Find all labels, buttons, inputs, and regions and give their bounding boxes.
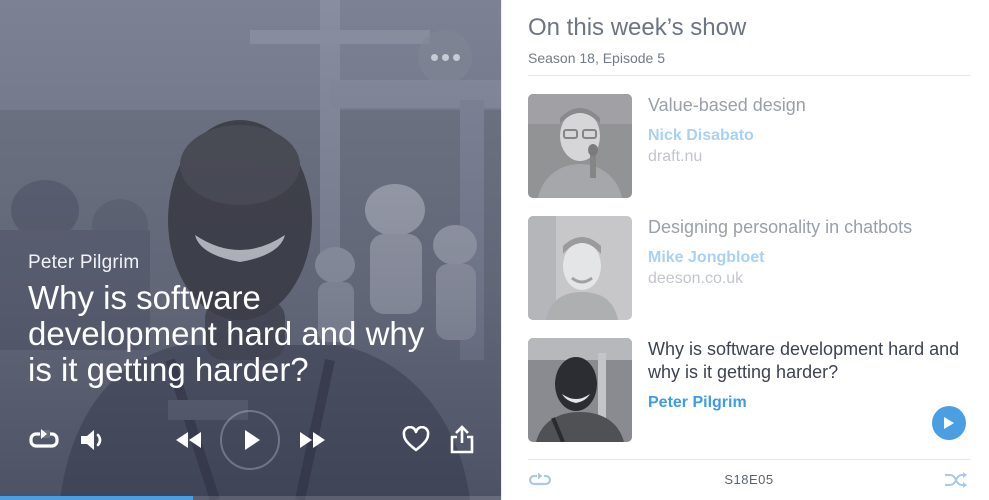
speaker-photo bbox=[528, 216, 632, 320]
episode-item-site[interactable]: deeson.co.uk bbox=[648, 270, 968, 288]
heart-icon bbox=[402, 426, 430, 452]
speaker-photo bbox=[528, 338, 632, 442]
episode-thumbnail bbox=[528, 338, 632, 442]
episode-item-title: Designing personality in chatbots bbox=[648, 217, 913, 237]
share-button[interactable] bbox=[448, 423, 476, 455]
episode-panel: On this week’s show Season 18, Episode 5… bbox=[501, 0, 989, 500]
episode-item-title: Why is software development hard and why… bbox=[648, 339, 960, 382]
episode-thumbnail bbox=[528, 216, 632, 320]
shuffle-icon bbox=[945, 472, 967, 488]
episode-meta: Value-based design Nick Disabato draft.n… bbox=[648, 94, 968, 166]
volume-icon bbox=[81, 430, 102, 450]
panel-header: On this week’s show Season 18, Episode 5 bbox=[528, 14, 970, 76]
episode-item-author[interactable]: Peter Pilgrim bbox=[648, 394, 968, 412]
now-playing-player: Peter Pilgrim Why is software developmen… bbox=[0, 0, 501, 500]
panel-subtitle: Season 18, Episode 5 bbox=[528, 50, 665, 66]
episode-item[interactable]: Value-based design Nick Disabato draft.n… bbox=[528, 94, 970, 198]
episode-item-author[interactable]: Mike Jongbloet bbox=[648, 249, 968, 267]
episode-item[interactable]: Designing personality in chatbots Mike J… bbox=[528, 216, 970, 320]
play-icon bbox=[245, 430, 260, 450]
volume-button[interactable] bbox=[78, 427, 108, 453]
episode-code: S18E05 bbox=[724, 472, 774, 487]
shuffle-button[interactable] bbox=[944, 472, 968, 493]
play-icon bbox=[944, 417, 954, 429]
speaker-photo bbox=[528, 94, 632, 198]
playback-controls bbox=[0, 410, 501, 470]
episode-meta: Why is software development hard and why… bbox=[648, 338, 968, 412]
play-glyph bbox=[240, 428, 264, 452]
favorite-button[interactable] bbox=[401, 425, 431, 453]
rewind-icon bbox=[176, 432, 201, 448]
episode-item-title: Value-based design bbox=[648, 95, 806, 115]
rewind-button[interactable] bbox=[173, 428, 203, 452]
repeat-icon bbox=[29, 429, 59, 448]
panel-title: On this week’s show bbox=[528, 14, 747, 41]
episode-item-site[interactable]: draft.nu bbox=[648, 148, 968, 166]
episode-item-active[interactable]: Why is software development hard and why… bbox=[528, 338, 970, 442]
more-dot bbox=[441, 53, 449, 61]
more-horizontal-icon bbox=[430, 53, 438, 61]
share-icon bbox=[450, 425, 474, 454]
progress-fill bbox=[0, 496, 193, 500]
fast-forward-icon bbox=[300, 432, 325, 448]
more-dot bbox=[452, 53, 460, 61]
repeat-button[interactable] bbox=[27, 427, 61, 453]
speaker-name: Peter Pilgrim bbox=[28, 252, 140, 273]
episode-title: Why is software development hard and why… bbox=[28, 279, 425, 388]
more-options-button[interactable] bbox=[418, 30, 472, 84]
panel-footer: S18E05 bbox=[528, 459, 970, 500]
episode-item-author[interactable]: Nick Disabato bbox=[648, 127, 968, 145]
progress-bar[interactable] bbox=[0, 496, 501, 500]
fast-forward-button[interactable] bbox=[298, 428, 328, 452]
episode-meta: Designing personality in chatbots Mike J… bbox=[648, 216, 968, 288]
episode-thumbnail bbox=[528, 94, 632, 198]
episode-play-button[interactable] bbox=[932, 406, 966, 440]
